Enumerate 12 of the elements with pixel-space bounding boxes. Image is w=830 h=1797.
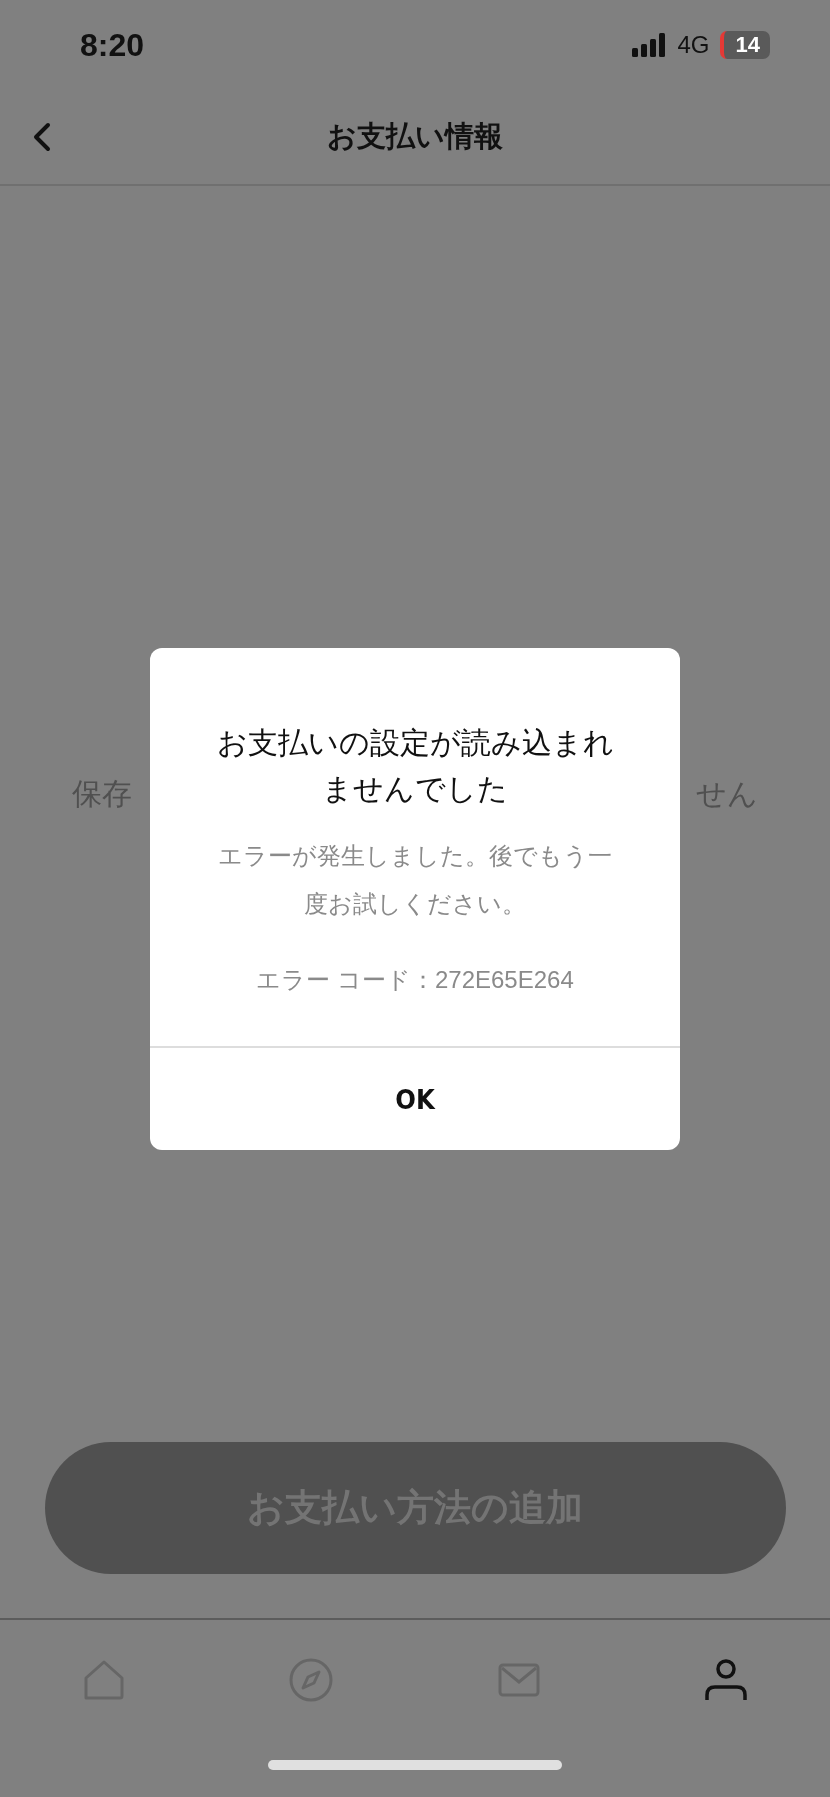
dialog-message: エラーが発生しました。後でもう一度お試しください。 — [217, 841, 613, 919]
page-title: お支払い情報 — [327, 119, 503, 154]
mail-icon — [497, 1663, 540, 1697]
battery-indicator: 14 — [719, 31, 770, 59]
dialog-title: お支払いの設定が読み込まれませんでした — [215, 725, 615, 807]
signal-icon — [631, 33, 668, 57]
compass-icon — [288, 1657, 335, 1703]
error-code: エラー コード：272E65E264 — [256, 965, 574, 995]
ok-button[interactable]: OK — [150, 1048, 680, 1150]
network-label: 4G — [677, 31, 710, 59]
status-time: 8:20 — [80, 26, 145, 64]
profile-icon — [704, 1658, 749, 1702]
